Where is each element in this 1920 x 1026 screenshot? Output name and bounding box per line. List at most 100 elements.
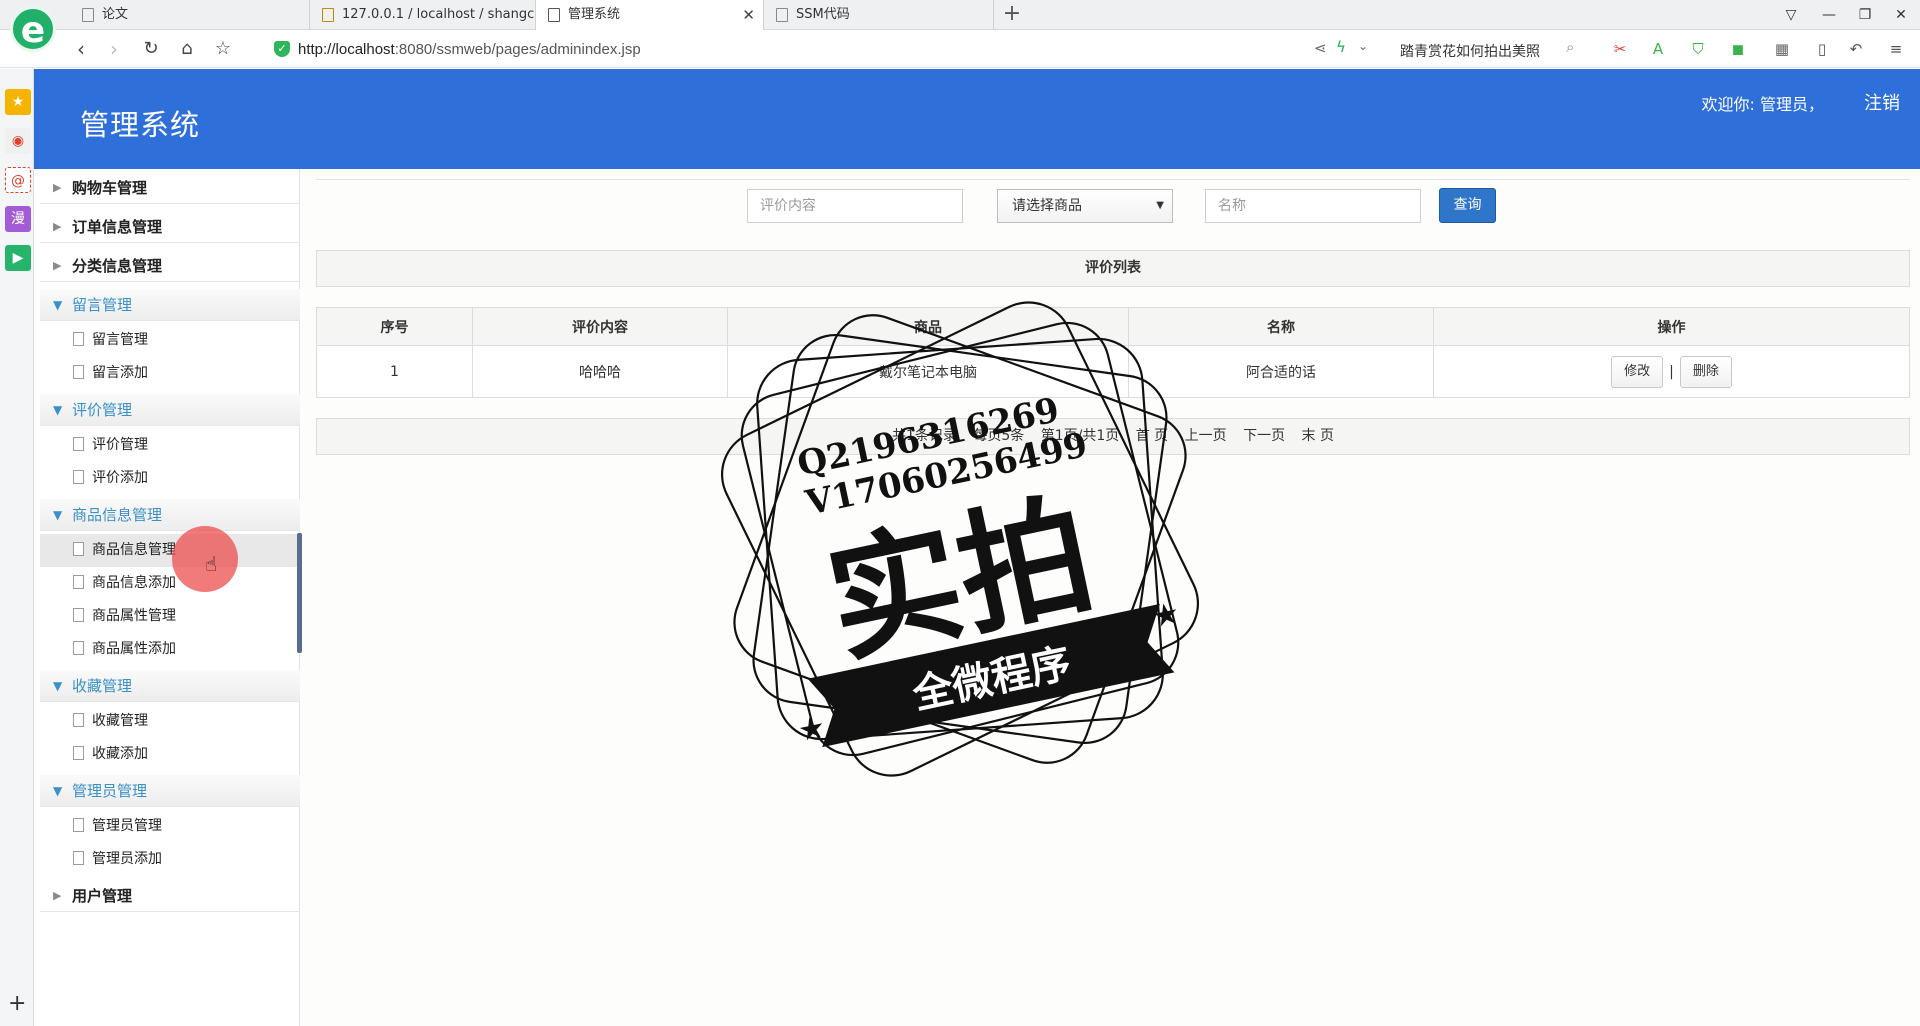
tab-paper[interactable]: 论文	[70, 0, 310, 30]
document-icon	[73, 332, 84, 346]
share-icon[interactable]: ⋖	[1314, 39, 1327, 57]
undo-icon[interactable]: ↶	[1846, 39, 1866, 59]
col-no: 序号	[316, 307, 473, 346]
document-icon	[73, 575, 84, 589]
caret-right-icon: ▶	[53, 259, 62, 272]
edit-button[interactable]: 修改	[1611, 355, 1664, 388]
page-size: 每页5条	[973, 428, 1025, 444]
first-page-link[interactable]: 首 页	[1136, 428, 1168, 444]
add-sidebar-icon[interactable]: +	[8, 991, 26, 1016]
mail-icon[interactable]: @	[5, 167, 31, 193]
document-icon	[73, 818, 84, 832]
menu-item-attr-add[interactable]: 商品属性添加	[40, 633, 300, 666]
menu-item-goods-add[interactable]: 商品信息添加	[40, 567, 300, 600]
total-records: 共1条记录	[892, 428, 957, 444]
favorites-star-icon[interactable]: ★	[5, 89, 31, 115]
menu-group-category[interactable]: ▶ 分类信息管理	[40, 250, 300, 282]
bookmark-star-icon[interactable]: ☆	[210, 36, 236, 62]
menu-item-message-add[interactable]: 留言添加	[40, 357, 300, 390]
menu-item-message-manage[interactable]: 留言管理	[40, 324, 300, 357]
menu-group-label: 分类信息管理	[72, 257, 163, 275]
shirt-icon[interactable]: ▽	[1776, 0, 1806, 30]
query-button[interactable]: 查询	[1439, 188, 1496, 223]
menu-group-message[interactable]: ▼ 留言管理	[40, 289, 300, 321]
menu-item-label: 商品信息管理	[92, 542, 176, 558]
address-bar[interactable]	[298, 36, 1198, 62]
menu-item-review-manage[interactable]: 评价管理	[40, 429, 300, 462]
menu-group-user[interactable]: ▶ 用户管理	[40, 880, 300, 912]
menu-group-admin[interactable]: ▼ 管理员管理	[40, 775, 300, 807]
tab-label: 论文	[102, 7, 129, 22]
caret-down-icon: ▼	[53, 298, 63, 312]
reader-icon[interactable]: ▯	[1812, 39, 1832, 59]
cell-actions: 修改 | 删除	[1433, 345, 1910, 398]
caret-down-icon: ▼	[53, 679, 63, 693]
menu-item-label: 商品信息添加	[92, 575, 176, 591]
menu-group-label: 管理员管理	[72, 782, 148, 800]
menu-group-favorite[interactable]: ▼ 收藏管理	[40, 670, 300, 702]
menu-item-review-add[interactable]: 评价添加	[40, 462, 300, 495]
refresh-icon[interactable]: ↻	[138, 36, 164, 62]
pagination: 共1条记录 每页5条 第1页/共1页 首 页 上一页 下一页 末 页	[316, 418, 1910, 455]
table-header-row: 序号 评价内容 商品 名称 操作	[316, 307, 1910, 346]
prev-page-link[interactable]: 上一页	[1185, 428, 1227, 444]
menu-group-label: 收藏管理	[72, 677, 133, 695]
document-icon	[73, 713, 84, 727]
menu-item-label: 评价管理	[92, 437, 148, 453]
tab-label: SSM代码	[796, 7, 850, 22]
menu-group-review[interactable]: ▼ 评价管理	[40, 394, 300, 426]
apps-grid-icon[interactable]: ▦	[1772, 39, 1792, 59]
menu-item-fav-add[interactable]: 收藏添加	[40, 738, 300, 771]
col-goods: 商品	[727, 307, 1129, 346]
menu-item-goods-manage[interactable]: 商品信息管理	[40, 534, 300, 567]
minimize-icon[interactable]: —	[1814, 0, 1844, 30]
name-input[interactable]	[1205, 189, 1421, 223]
document-icon	[73, 746, 84, 760]
restore-icon[interactable]: ❐	[1850, 0, 1880, 30]
search-icon[interactable]: ⌕	[1566, 38, 1574, 56]
cell-no: 1	[316, 345, 473, 398]
menu-item-label: 管理员添加	[92, 851, 162, 867]
menu-item-label: 商品属性添加	[92, 641, 176, 657]
menu-group-goods[interactable]: ▼ 商品信息管理	[40, 499, 300, 531]
menu-item-fav-manage[interactable]: 收藏管理	[40, 705, 300, 738]
review-content-input[interactable]	[747, 189, 963, 223]
admin-menu: ▶ 购物车管理 ▶ 订单信息管理 ▶ 分类信息管理 ▼ 留言管理 留言管理 留言…	[34, 169, 300, 1026]
goods-select-value: 请选择商品	[1012, 198, 1082, 214]
scissors-icon[interactable]: ✂	[1610, 39, 1630, 59]
weibo-icon[interactable]: ◉	[5, 128, 31, 154]
tab-admin-system[interactable]: 管理系统 ✕	[536, 0, 764, 30]
translate-icon[interactable]: A	[1648, 39, 1668, 59]
menu-group-label: 留言管理	[72, 296, 133, 314]
menu-item-admin-add[interactable]: 管理员添加	[40, 843, 300, 876]
game-icon[interactable]: ◼	[1728, 39, 1748, 59]
cell-name: 阿合适的话	[1128, 345, 1434, 398]
goods-select[interactable]: 请选择商品 ▼	[997, 189, 1173, 223]
close-icon[interactable]: ✕	[742, 0, 755, 30]
search-suggestion[interactable]: 踏青赏花如何拍出美照	[1400, 41, 1540, 61]
tab-ssm-code[interactable]: SSM代码	[764, 0, 994, 30]
menu-item-attr-manage[interactable]: 商品属性管理	[40, 600, 300, 633]
phpmyadmin-icon	[322, 8, 334, 22]
shield-icon[interactable]: ⛉	[1688, 39, 1708, 59]
menu-group-order[interactable]: ▶ 订单信息管理	[40, 211, 300, 243]
home-icon[interactable]: ⌂	[174, 36, 200, 62]
next-page-link[interactable]: 下一页	[1243, 428, 1285, 444]
logout-link[interactable]: 注销	[1864, 89, 1900, 115]
page-icon	[548, 8, 560, 22]
window-close-icon[interactable]: ✕	[1886, 0, 1916, 30]
menu-item-admin-manage[interactable]: 管理员管理	[40, 810, 300, 843]
chevron-down-icon[interactable]: ⌄	[1358, 39, 1368, 53]
comic-icon[interactable]: 漫	[5, 206, 31, 232]
forward-icon[interactable]: ›	[101, 36, 127, 62]
video-icon[interactable]: ▶	[5, 245, 31, 271]
tab-phpmyadmin[interactable]: 127.0.0.1 / localhost / shangch	[310, 0, 536, 30]
new-tab-button[interactable]: +	[1000, 0, 1024, 30]
delete-button[interactable]: 删除	[1679, 355, 1732, 388]
last-page-link[interactable]: 末 页	[1302, 428, 1334, 444]
speed-mode-icon[interactable]: ϟ	[1336, 38, 1346, 56]
back-icon[interactable]: ‹	[68, 36, 94, 62]
menu-group-label: 商品信息管理	[72, 506, 163, 524]
menu-icon[interactable]: ≡	[1886, 39, 1906, 59]
menu-group-cart[interactable]: ▶ 购物车管理	[40, 172, 300, 204]
